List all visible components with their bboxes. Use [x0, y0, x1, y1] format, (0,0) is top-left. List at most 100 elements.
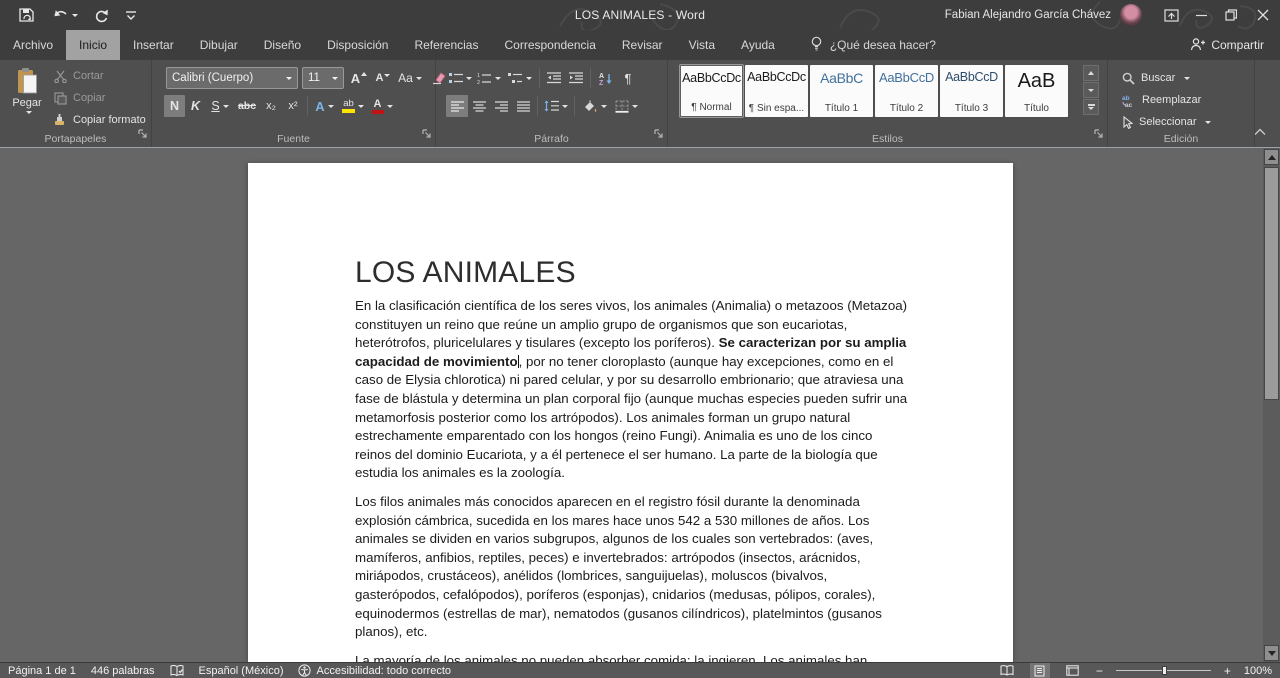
select-button[interactable]: Seleccionar	[1122, 112, 1211, 132]
borders-icon	[615, 100, 629, 113]
styles-gallery-more-button[interactable]	[1083, 99, 1099, 115]
zoom-level[interactable]: 100%	[1244, 665, 1272, 677]
print-layout-button[interactable]	[1030, 663, 1050, 678]
superscript-button[interactable]: x²	[282, 95, 304, 117]
align-left-button[interactable]	[446, 95, 468, 117]
grow-font-button[interactable]: A	[348, 67, 370, 89]
proofing-status-icon[interactable]	[170, 665, 184, 677]
tab-revisar[interactable]: Revisar	[609, 30, 676, 60]
tab-diseno[interactable]: Diseño	[251, 30, 314, 60]
zoom-slider[interactable]	[1116, 663, 1211, 678]
styles-gallery-down-button[interactable]	[1083, 82, 1099, 98]
tab-correspondencia[interactable]: Correspondencia	[491, 30, 608, 60]
tab-vista[interactable]: Vista	[676, 30, 728, 60]
zoom-slider-thumb[interactable]	[1162, 666, 1167, 675]
collapse-ribbon-icon[interactable]	[1254, 123, 1266, 141]
style-normal[interactable]: AaBbCcDc ¶ Normal	[680, 65, 743, 117]
word-count[interactable]: 446 palabras	[91, 665, 155, 677]
shrink-font-button[interactable]: A	[372, 67, 394, 89]
styles-gallery-up-button[interactable]	[1083, 65, 1099, 81]
vertical-scrollbar[interactable]	[1263, 148, 1280, 662]
tab-referencias[interactable]: Referencias	[401, 30, 491, 60]
group-edicion: Buscar abac Reemplazar Seleccionar Edici…	[1108, 60, 1255, 147]
group-parrafo: 12 AZ ¶	[436, 60, 668, 147]
document-page[interactable]: LOS ANIMALES En la clasificación científ…	[248, 163, 1013, 662]
italic-button[interactable]: K	[185, 95, 206, 117]
increase-indent-button[interactable]	[565, 67, 587, 89]
cut-button[interactable]: Cortar	[54, 66, 104, 86]
clipboard-dialog-launcher-icon[interactable]	[138, 126, 148, 144]
restore-button[interactable]	[1216, 0, 1246, 30]
paste-dropdown-icon[interactable]	[26, 111, 32, 114]
shading-button[interactable]	[578, 95, 610, 117]
style-titulo-2[interactable]: AaBbCcD Título 2	[875, 65, 938, 117]
multilevel-list-button[interactable]	[504, 67, 536, 89]
page-indicator[interactable]: Página 1 de 1	[8, 665, 76, 677]
align-center-button[interactable]	[468, 95, 490, 117]
decrease-indent-button[interactable]	[543, 67, 565, 89]
customize-quick-access-icon[interactable]	[125, 9, 137, 21]
replace-label: Reemplazar	[1142, 94, 1201, 106]
bullets-button[interactable]	[446, 67, 474, 89]
text-effects-button[interactable]: A	[311, 95, 338, 117]
font-size-combobox[interactable]: 11	[302, 67, 344, 89]
line-spacing-button[interactable]	[541, 95, 571, 117]
change-case-button[interactable]: Aa	[396, 67, 424, 89]
save-icon[interactable]	[18, 7, 36, 23]
copy-button[interactable]: Copiar	[54, 88, 105, 108]
word-window: LOS ANIMALES - Word Fabian Alejandro Gar…	[0, 0, 1280, 678]
align-right-button[interactable]	[490, 95, 512, 117]
format-painter-button[interactable]: Copiar formato	[54, 110, 146, 130]
tell-me-box[interactable]: ¿Qué desea hacer?	[810, 30, 936, 60]
zoom-in-button[interactable]: +	[1224, 664, 1231, 678]
scroll-up-button[interactable]	[1264, 149, 1279, 165]
find-button[interactable]: Buscar	[1122, 68, 1190, 88]
scroll-down-button[interactable]	[1264, 645, 1279, 661]
tab-disposicion[interactable]: Disposición	[314, 30, 401, 60]
ribbon-display-options-icon[interactable]	[1156, 0, 1186, 30]
styles-group-label: Estilos	[668, 133, 1107, 145]
font-color-button[interactable]: A	[368, 95, 396, 117]
tab-ayuda[interactable]: Ayuda	[728, 30, 788, 60]
paragraph-dialog-launcher-icon[interactable]	[654, 126, 664, 144]
language-indicator[interactable]: Español (México)	[199, 665, 284, 677]
borders-button[interactable]	[610, 95, 642, 117]
tab-inicio[interactable]: Inicio	[66, 30, 120, 60]
font-name-combobox[interactable]: Calibri (Cuerpo)	[166, 67, 298, 89]
zoom-out-button[interactable]: −	[1096, 664, 1103, 678]
highlight-color-button[interactable]: ab	[338, 95, 368, 117]
web-layout-button[interactable]	[1063, 663, 1083, 678]
account-user-name[interactable]: Fabian Alejandro García Chávez	[945, 9, 1111, 21]
minimize-button[interactable]	[1186, 0, 1216, 30]
style-titulo[interactable]: AaB Título	[1005, 65, 1068, 117]
style-sin-espaciado[interactable]: AaBbCcDc ¶ Sin espa...	[745, 65, 808, 117]
share-button[interactable]: Compartir	[1190, 30, 1264, 60]
undo-button[interactable]	[52, 8, 78, 22]
subscript-button[interactable]: x₂	[260, 95, 282, 117]
underline-button[interactable]: S	[206, 95, 234, 117]
tab-insertar[interactable]: Insertar	[120, 30, 187, 60]
sort-icon: AZ	[599, 72, 613, 85]
tab-archivo[interactable]: Archivo	[0, 30, 66, 60]
user-avatar[interactable]	[1120, 4, 1142, 26]
styles-dialog-launcher-icon[interactable]	[1094, 126, 1104, 144]
replace-button[interactable]: abac Reemplazar	[1122, 90, 1201, 110]
sort-button[interactable]: AZ	[594, 67, 618, 89]
show-hide-pilcrow-button[interactable]: ¶	[618, 67, 638, 89]
tab-dibujar[interactable]: Dibujar	[187, 30, 251, 60]
paste-label: Pegar	[12, 97, 41, 109]
accessibility-status[interactable]: Accesibilidad: todo correcto	[298, 664, 451, 677]
undo-dropdown-icon[interactable]	[72, 14, 78, 17]
read-mode-button[interactable]	[997, 663, 1017, 678]
font-dialog-launcher-icon[interactable]	[422, 126, 432, 144]
redo-button[interactable]	[94, 8, 109, 23]
style-titulo-3[interactable]: AaBbCcD Título 3	[940, 65, 1003, 117]
justify-button[interactable]	[512, 95, 534, 117]
strikethrough-button[interactable]: abc	[234, 95, 260, 117]
bold-button[interactable]: N	[164, 95, 185, 117]
numbering-button[interactable]: 12	[474, 67, 504, 89]
paste-button[interactable]: Pegar	[5, 64, 49, 132]
scrollbar-thumb[interactable]	[1264, 167, 1279, 400]
style-titulo-1[interactable]: AaBbC Título 1	[810, 65, 873, 117]
close-button[interactable]	[1246, 0, 1280, 30]
